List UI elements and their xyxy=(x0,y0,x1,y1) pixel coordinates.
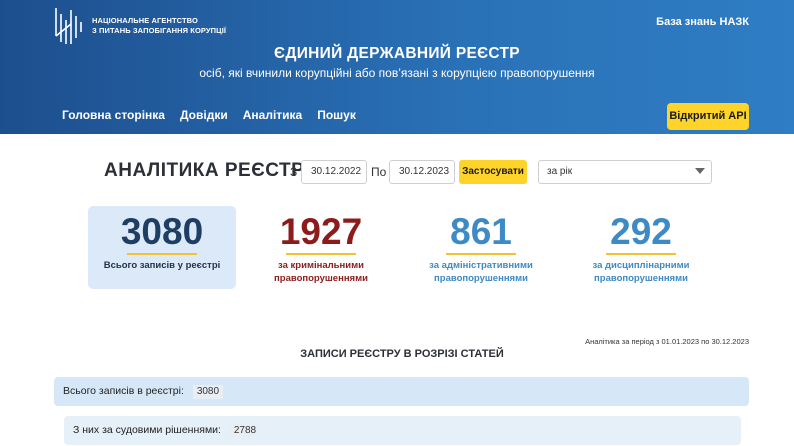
knowledge-base-link[interactable]: База знань НАЗК xyxy=(656,16,749,28)
date-from-input[interactable]: 30.12.2022 xyxy=(301,160,367,184)
nav-references[interactable]: Довідки xyxy=(180,108,228,122)
registry-title: ЄДИНИЙ ДЕРЖАВНИЙ РЕЄСТР xyxy=(274,45,520,62)
stat-administrative-label-1: за адміністративними xyxy=(429,260,533,271)
stat-criminal-label-1: за кримінальними xyxy=(278,260,364,271)
agency-logo-icon xyxy=(55,8,82,44)
nav-search[interactable]: Пошук xyxy=(317,108,356,122)
section-title: ЗАПИСИ РЕЄСТРУ В РОЗРІЗІ СТАТЕЙ xyxy=(300,348,504,360)
open-api-button[interactable]: Відкритий API xyxy=(667,103,749,130)
stat-underline xyxy=(286,253,356,255)
stat-disciplinary-value: 292 xyxy=(610,211,672,252)
records-total-row[interactable]: Всього записів в реєстрі: 3080 xyxy=(54,377,749,406)
stat-underline xyxy=(446,253,516,255)
stat-administrative[interactable]: 861 за адміністративними правопорушенням… xyxy=(416,206,546,285)
row-label: З них за судовими рішеннями: xyxy=(73,424,221,436)
date-from-label: З xyxy=(290,165,298,179)
agency-name-line2: З ПИТАНЬ ЗАПОБІГАННЯ КОРУПЦІЇ xyxy=(92,26,227,35)
stat-criminal-value: 1927 xyxy=(279,211,363,252)
records-court-row[interactable]: З них за судовими рішеннями: 2788 xyxy=(64,416,741,445)
analytics-title: АНАЛІТИКА РЕЄСТРУ xyxy=(104,160,317,181)
row-value: 3080 xyxy=(192,385,224,399)
row-value: 2788 xyxy=(229,424,261,438)
stat-total-card: 3080 Всього записів у реєстрі xyxy=(88,206,236,289)
stat-disciplinary[interactable]: 292 за дисциплінарними правопорушеннями xyxy=(576,206,706,285)
nav-analytics[interactable]: Аналітика xyxy=(243,108,302,122)
period-select-value: за рік xyxy=(547,166,573,177)
stat-criminal-label-2: правопорушеннями xyxy=(274,273,368,284)
apply-button[interactable]: Застосувати xyxy=(459,160,527,184)
stat-disciplinary-label-1: за дисциплінарними xyxy=(592,260,690,271)
site-header: НАЦІОНАЛЬНЕ АГЕНТСТВО З ПИТАНЬ ЗАПОБІГАН… xyxy=(0,0,794,134)
main-nav: Головна сторінка Довідки Аналітика Пошук xyxy=(62,108,371,122)
stat-criminal[interactable]: 1927 за кримінальними правопорушеннями xyxy=(256,206,386,285)
stat-disciplinary-label-2: правопорушеннями xyxy=(594,273,688,284)
stat-underline xyxy=(606,253,676,255)
period-select[interactable]: за рік xyxy=(538,160,712,184)
stat-administrative-value: 861 xyxy=(450,211,512,252)
agency-name-line1: НАЦІОНАЛЬНЕ АГЕНТСТВО xyxy=(92,16,198,25)
stat-total-value: 3080 xyxy=(120,211,204,252)
date-to-label: По xyxy=(371,165,387,179)
agency-logo[interactable]: НАЦІОНАЛЬНЕ АГЕНТСТВО З ПИТАНЬ ЗАПОБІГАН… xyxy=(54,6,226,46)
period-note: Аналітика за період з 01.01.2023 по 30.1… xyxy=(585,337,749,346)
chevron-down-icon xyxy=(695,168,705,174)
nav-home[interactable]: Головна сторінка xyxy=(62,108,165,122)
stat-underline xyxy=(127,253,197,255)
stat-total-label: Всього записів у реєстрі xyxy=(103,260,221,271)
row-label: Всього записів в реєстрі: xyxy=(63,385,184,397)
stat-administrative-label-2: правопорушеннями xyxy=(434,273,528,284)
registry-subtitle: осіб, які вчинили корупційні або пов’яза… xyxy=(199,66,595,80)
agency-name: НАЦІОНАЛЬНЕ АГЕНТСТВО З ПИТАНЬ ЗАПОБІГАН… xyxy=(92,16,226,36)
date-to-input[interactable]: 30.12.2023 xyxy=(389,160,455,184)
